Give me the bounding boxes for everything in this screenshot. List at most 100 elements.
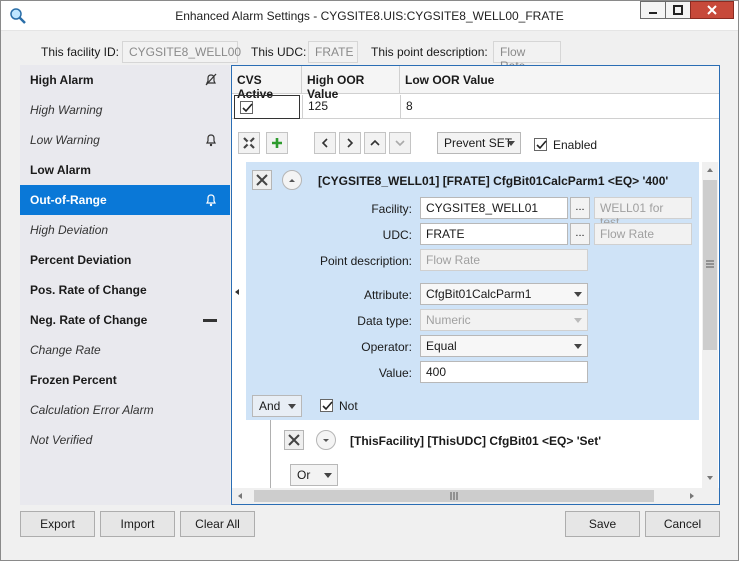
sidebar-item-out-of-range[interactable]: Out-of-Range [20,185,230,215]
cvs-active-cell[interactable] [234,95,300,119]
delete-icon [256,174,268,186]
operator-dropdown[interactable]: Equal [420,335,588,357]
sidebar-item-neg-rate-of-change[interactable]: Neg. Rate of Change [20,305,230,335]
horizontal-scrollbar[interactable] [232,488,719,504]
horizontal-scroll-thumb[interactable] [254,490,654,502]
add-condition-button[interactable] [266,132,288,154]
facility-id-value: CYGSITE8_WELL00 [122,41,241,63]
export-button[interactable]: Export [20,511,95,537]
facility-description: WELL01 for test [594,197,692,229]
subcondition-title: [ThisFacility] [ThisUDC] CfgBit01 <EQ> '… [350,434,602,448]
sidebar-item-label: High Deviation [30,223,109,237]
scroll-left-icon[interactable] [236,492,244,500]
column-low-oor-value[interactable]: Low OOR Value [400,66,500,94]
logic-or-dropdown[interactable]: Or [290,464,338,486]
collapse-condition-button[interactable] [282,170,302,190]
delete-all-button[interactable] [238,132,260,154]
chevron-up-icon [370,139,380,146]
sidebar-item-change-rate[interactable]: Change Rate [20,335,230,365]
not-checkbox[interactable] [320,399,333,412]
cvs-active-checkbox[interactable] [240,101,253,115]
title-bar: Enhanced Alarm Settings - CYGSITE8.UIS:C… [1,1,738,31]
sidebar-item-high-deviation[interactable]: High Deviation [20,215,230,245]
checkmark-icon [242,103,253,113]
sidebar-item-calculation-error-alarm[interactable]: Calculation Error Alarm [20,395,230,425]
sidebar-item-not-verified[interactable]: Not Verified [20,425,230,455]
udc-input[interactable]: FRATE [420,223,568,245]
close-button[interactable] [690,1,734,19]
vertical-scrollbar[interactable] [702,162,718,488]
sidebar-item-label: Calculation Error Alarm [30,403,154,417]
maximize-button[interactable] [665,1,691,19]
enabled-checkbox[interactable] [534,138,547,151]
udc-value: FRATE [308,41,358,63]
condition-title: [CYGSITE8_WELL01] [FRATE] CfgBit01CalcPa… [318,174,669,188]
facility-id-label: This facility ID: [41,45,120,59]
point-description-label: Point description: [319,254,412,268]
save-button[interactable]: Save [565,511,640,537]
dropdown-arrow-icon [324,473,332,478]
clear-all-button[interactable]: Clear All [180,511,255,537]
minimize-button[interactable] [640,1,666,19]
facility-browse-button[interactable]: ... [570,197,590,219]
cancel-button[interactable]: Cancel [645,511,720,537]
maximize-icon [673,5,683,15]
value-label: Value: [378,366,412,380]
scroll-up-icon[interactable] [706,166,714,174]
dropdown-arrow-icon [574,318,582,323]
sidebar-item-high-alarm[interactable]: High Alarm [20,65,230,95]
sidebar-item-label: Low Alarm [30,163,91,177]
dash-icon [203,319,217,322]
move-up-button[interactable] [364,132,386,154]
sidebar-item-high-warning[interactable]: High Warning [20,95,230,125]
sidebar-item-low-alarm[interactable]: Low Alarm [20,155,230,185]
dropdown-arrow-icon [288,404,296,409]
udc-browse-button[interactable]: ... [570,223,590,245]
chevron-right-icon [347,138,354,148]
settings-grid-header: CVS Active High OOR Value Low OOR Value [232,66,719,101]
move-down-button[interactable] [389,132,411,154]
facility-input[interactable]: CYGSITE8_WELL01 [420,197,568,219]
operator-value: Equal [426,339,457,353]
column-high-oor-value[interactable]: High OOR Value [302,66,400,101]
move-right-button[interactable] [339,132,361,154]
action-mode-value: Prevent SET [444,136,513,150]
bell-icon [206,134,216,147]
move-left-button[interactable] [314,132,336,154]
settings-grid-row: 125 8 [232,95,719,119]
sidebar-item-pos-rate-of-change[interactable]: Pos. Rate of Change [20,275,230,305]
high-oor-value-cell[interactable]: 125 [302,95,400,119]
app-window: Enhanced Alarm Settings - CYGSITE8.UIS:C… [0,0,739,561]
chevron-left-icon [321,138,328,148]
sidebar-item-label: High Alarm [30,73,94,87]
sidebar-item-label: Not Verified [30,433,93,447]
logic-value: And [259,399,281,413]
facility-label: Facility: [371,202,412,216]
condition-tree: [CYGSITE8_WELL01] [FRATE] CfgBit01CalcPa… [244,162,701,488]
point-description-label: This point description: [371,45,488,59]
logic-and-dropdown[interactable]: And [252,395,302,417]
low-oor-value-cell[interactable]: 8 [400,95,500,119]
sidebar-item-label: Neg. Rate of Change [30,313,148,327]
expand-subcondition-button[interactable] [316,430,336,450]
data-type-dropdown: Numeric [420,309,588,331]
bell-icon [206,194,216,207]
scroll-right-icon[interactable] [688,492,696,500]
delete-icon [288,434,300,446]
import-button[interactable]: Import [100,511,175,537]
sidebar-item-low-warning[interactable]: Low Warning [20,125,230,155]
column-cvs-active[interactable]: CVS Active [232,66,302,101]
grip-icon [706,260,714,268]
chevron-up-icon [289,179,295,182]
delete-condition-button[interactable] [252,170,272,190]
vertical-scroll-thumb[interactable] [703,180,717,350]
scroll-down-icon[interactable] [706,474,714,482]
attribute-dropdown[interactable]: CfgBit01CalcParm1 [420,283,588,305]
action-mode-dropdown[interactable]: Prevent SET [437,132,521,154]
sidebar-item-percent-deviation[interactable]: Percent Deviation [20,245,230,275]
collapse-marker-icon[interactable] [234,288,240,296]
sidebar-item-frozen-percent[interactable]: Frozen Percent [20,365,230,395]
dropdown-arrow-icon [574,292,582,297]
value-input[interactable]: 400 [420,361,588,383]
delete-subcondition-button[interactable] [284,430,304,450]
